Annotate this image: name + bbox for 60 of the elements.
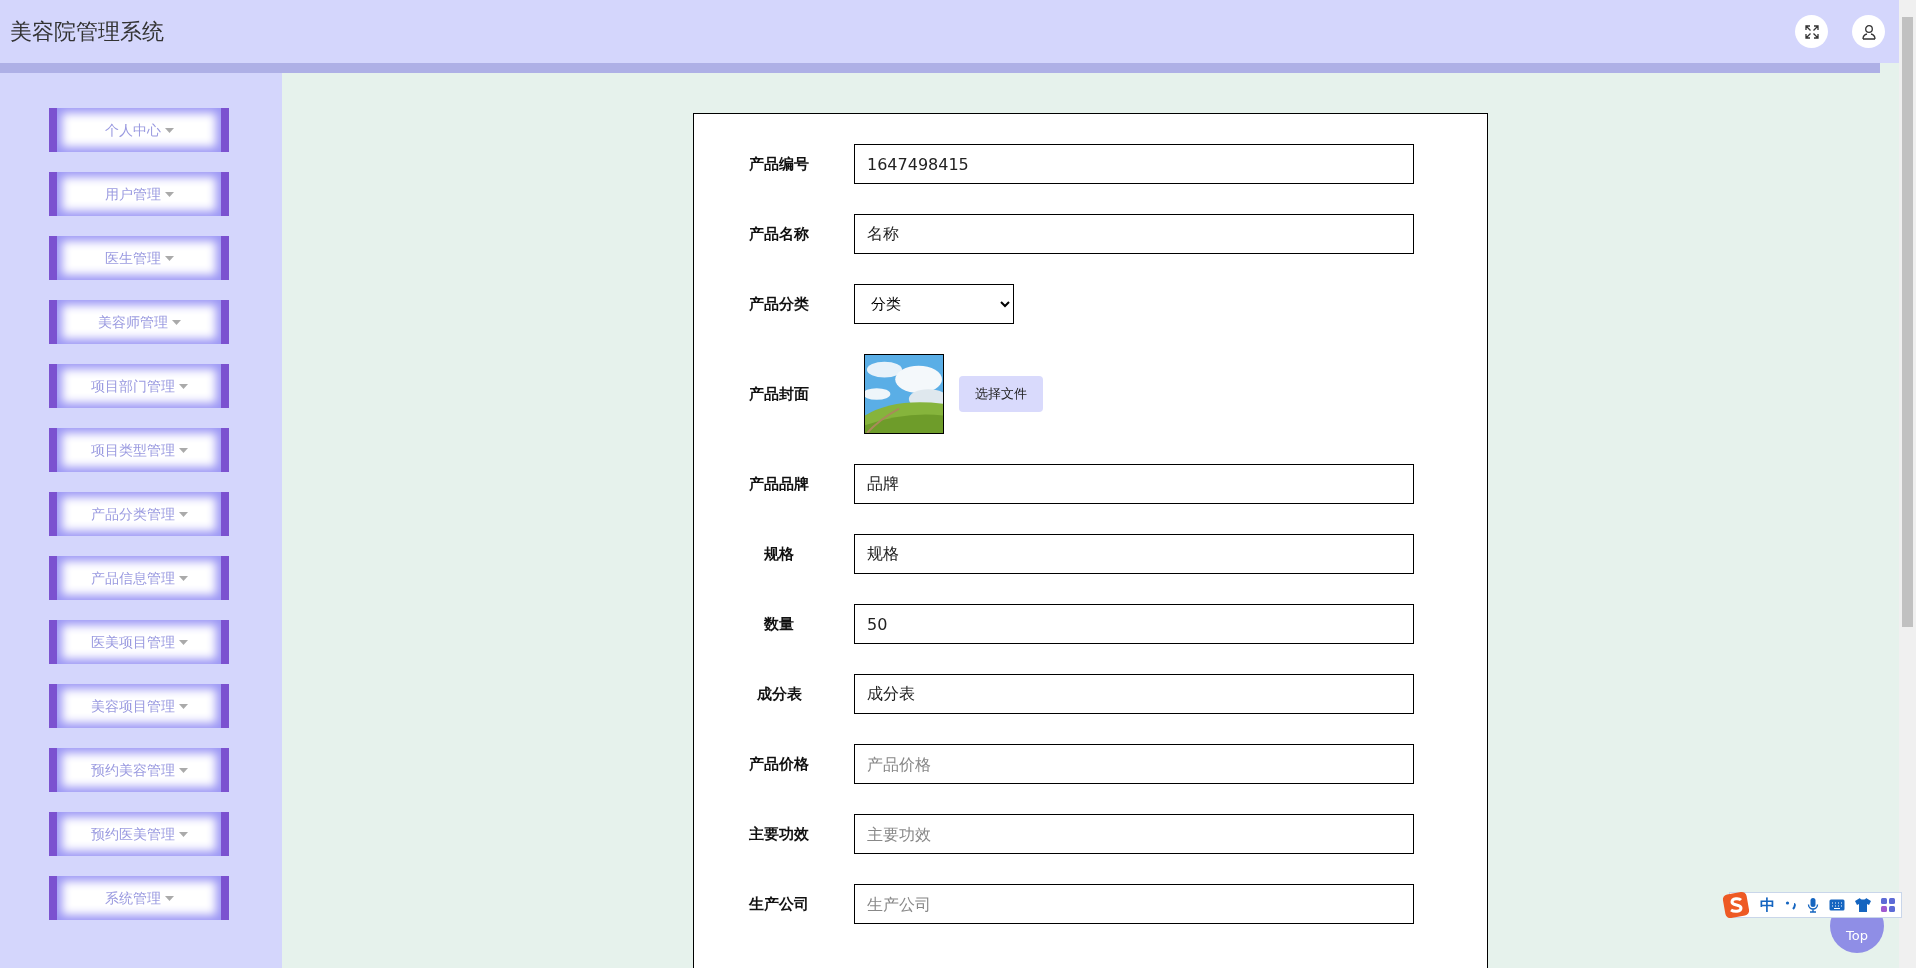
- caret-icon: [178, 767, 188, 773]
- sidebar-menu-item[interactable]: 产品分类管理: [49, 492, 229, 536]
- caret-icon: [178, 831, 188, 837]
- user-icon: [1860, 23, 1877, 40]
- choose-file-button[interactable]: 选择文件: [959, 376, 1043, 412]
- input-field[interactable]: 50: [854, 604, 1414, 644]
- punctuation-icon[interactable]: [1785, 898, 1797, 912]
- app-title: 美容院管理系统: [10, 18, 164, 46]
- keyboard-icon[interactable]: [1829, 899, 1845, 911]
- sidebar-menu-item[interactable]: 预约医美管理: [49, 812, 229, 856]
- microphone-icon[interactable]: [1807, 897, 1819, 913]
- sidebar-menu-item[interactable]: 系统管理: [49, 876, 229, 920]
- user-button[interactable]: [1852, 15, 1885, 48]
- sidebar-menu-item[interactable]: 美容项目管理: [49, 684, 229, 728]
- input-field[interactable]: 名称: [854, 214, 1414, 254]
- sidebar-menu-item[interactable]: 产品信息管理: [49, 556, 229, 600]
- input-field[interactable]: 规格: [854, 534, 1414, 574]
- sidebar-menu-item[interactable]: 医美项目管理: [49, 620, 229, 664]
- field-label: 成分表: [755, 683, 803, 705]
- field-label: 主要功效: [748, 823, 810, 845]
- sidebar-menu-item[interactable]: 项目类型管理: [49, 428, 229, 472]
- caret-icon: [178, 703, 188, 709]
- input-field[interactable]: 主要功效: [854, 814, 1414, 854]
- sidebar-menu-item[interactable]: 医生管理: [49, 236, 229, 280]
- caret-icon: [164, 255, 174, 261]
- caret-icon: [171, 319, 181, 325]
- select-field[interactable]: 分类: [854, 284, 1014, 324]
- caret-icon: [164, 127, 174, 133]
- caret-icon: [164, 191, 174, 197]
- shirt-icon[interactable]: [1855, 898, 1871, 912]
- sidebar-menu-item[interactable]: 预约美容管理: [49, 748, 229, 792]
- sidebar-menu-item[interactable]: 项目部门管理: [49, 364, 229, 408]
- field-label: 数量: [763, 613, 795, 635]
- sidebar-menu-item[interactable]: 个人中心: [49, 108, 229, 152]
- field-label: 规格: [763, 543, 795, 565]
- input-mode-label[interactable]: 中: [1760, 893, 1775, 917]
- field-label: 产品价格: [748, 753, 810, 775]
- input-field[interactable]: 1647498415: [854, 144, 1414, 184]
- input-field[interactable]: 生产公司: [854, 884, 1414, 924]
- field-label: 产品品牌: [748, 473, 810, 495]
- sidebar-menu-item[interactable]: 美容师管理: [49, 300, 229, 344]
- caret-icon: [178, 447, 188, 453]
- field-label: 产品编号: [748, 153, 810, 175]
- input-field[interactable]: 产品价格: [854, 744, 1414, 784]
- input-field[interactable]: 成分表: [854, 674, 1414, 714]
- input-field[interactable]: 品牌: [854, 464, 1414, 504]
- caret-icon: [178, 639, 188, 645]
- caret-icon: [178, 511, 188, 517]
- apps-icon[interactable]: [1881, 898, 1895, 912]
- sidebar-menu-item[interactable]: 用户管理: [49, 172, 229, 216]
- scrollbar[interactable]: [1899, 0, 1916, 968]
- field-label: 产品分类: [748, 293, 810, 315]
- caret-icon: [178, 575, 188, 581]
- field-label: 产品名称: [748, 223, 810, 245]
- caret-icon: [178, 383, 188, 389]
- expand-icon: [1803, 23, 1820, 40]
- field-label: 生产公司: [747, 893, 810, 915]
- caret-icon: [164, 895, 174, 901]
- fullscreen-button[interactable]: [1795, 15, 1828, 48]
- field-label: 产品封面: [748, 383, 810, 405]
